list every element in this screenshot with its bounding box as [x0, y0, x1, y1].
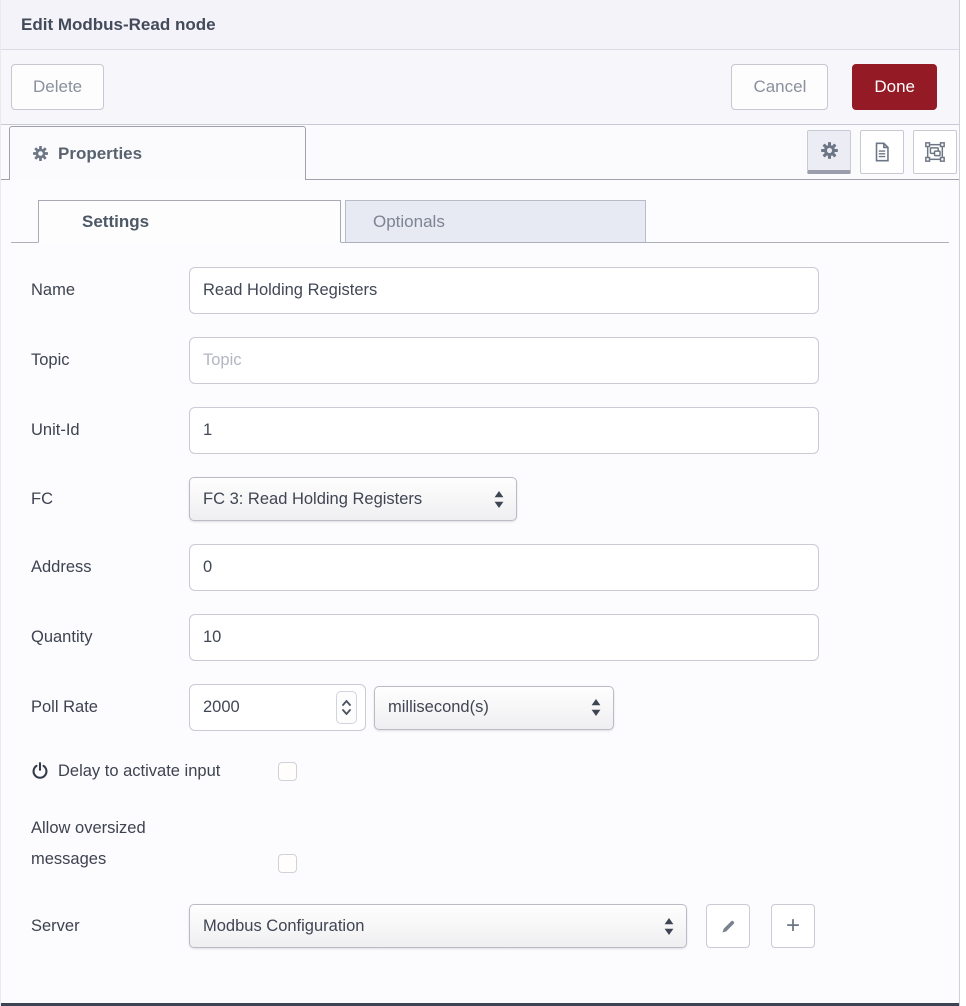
server-row: Server Modbus Configuration + — [31, 904, 959, 948]
unit-id-row: Unit-Id — [31, 407, 959, 454]
poll-rate-field — [189, 684, 366, 731]
dialog-title: Edit Modbus-Read node — [21, 15, 216, 35]
fc-label: FC — [31, 490, 189, 509]
tab-settings-label: Settings — [82, 212, 149, 232]
fc-row: FC FC 3: Read Holding Registers — [31, 477, 959, 521]
select-updown-icon — [664, 918, 674, 935]
quantity-row: Quantity — [31, 614, 959, 661]
select-updown-icon — [494, 491, 504, 508]
unit-id-label: Unit-Id — [31, 421, 189, 440]
editor-tab-buttons — [807, 130, 957, 174]
done-button[interactable]: Done — [852, 64, 937, 110]
dialog-header: Edit Modbus-Read node — [1, 0, 959, 50]
server-label: Server — [31, 917, 189, 936]
poll-rate-unit-select[interactable]: millisecond(s) — [374, 686, 614, 730]
address-row: Address — [31, 544, 959, 591]
address-label: Address — [31, 558, 189, 577]
appearance-icon — [924, 141, 946, 163]
description-tab-button[interactable] — [860, 130, 904, 174]
allow-oversized-label: Allow oversized messages — [31, 813, 278, 874]
gear-icon — [820, 141, 839, 160]
delete-button[interactable]: Delete — [11, 64, 104, 110]
tab-settings[interactable]: Settings — [38, 200, 341, 243]
edit-server-button[interactable] — [706, 904, 750, 948]
topic-label: Topic — [31, 351, 189, 370]
poll-rate-row: Poll Rate millisecond(s) — [31, 684, 959, 731]
dialog-buttonbar: Delete Cancel Done — [1, 50, 959, 125]
pencil-icon — [720, 918, 737, 935]
add-server-button[interactable]: + — [771, 904, 815, 948]
poll-rate-stepper[interactable] — [336, 691, 357, 724]
quantity-input[interactable] — [189, 614, 819, 661]
server-select-value: Modbus Configuration — [203, 917, 364, 936]
delay-checkbox[interactable] — [278, 762, 297, 781]
topic-row: Topic — [31, 337, 959, 384]
fc-select-value: FC 3: Read Holding Registers — [203, 490, 422, 509]
properties-form: Settings Optionals Name Topic Unit-Id FC… — [1, 180, 959, 948]
tab-properties[interactable]: Properties — [9, 126, 306, 180]
name-row: Name — [31, 267, 959, 314]
poll-rate-unit-value: millisecond(s) — [388, 698, 489, 717]
allow-oversized-label-line1: Allow oversized — [31, 813, 278, 844]
tab-optionals[interactable]: Optionals — [345, 200, 646, 242]
fc-select[interactable]: FC 3: Read Holding Registers — [189, 477, 517, 521]
cancel-button[interactable]: Cancel — [731, 64, 828, 110]
delay-label-group: Delay to activate input — [31, 761, 278, 781]
name-label: Name — [31, 281, 189, 300]
allow-oversized-label-line2: messages — [31, 844, 278, 875]
power-icon — [31, 761, 49, 781]
server-select[interactable]: Modbus Configuration — [189, 904, 687, 948]
plus-icon: + — [786, 912, 800, 940]
tab-optionals-label: Optionals — [373, 212, 445, 232]
allow-oversized-checkbox[interactable] — [278, 854, 297, 873]
editor-tabs: Properties — [1, 125, 959, 180]
edit-node-tray: Edit Modbus-Read node Delete Cancel Done — [0, 0, 960, 1006]
document-icon — [871, 141, 893, 163]
name-input[interactable] — [189, 267, 819, 314]
allow-oversized-row: Allow oversized messages — [31, 813, 959, 874]
tab-properties-label: Properties — [58, 144, 142, 164]
properties-gear-button[interactable] — [807, 130, 851, 174]
poll-rate-label: Poll Rate — [31, 698, 189, 717]
unit-id-input[interactable] — [189, 407, 819, 454]
settings-subtabs: Settings Optionals — [11, 200, 949, 243]
select-updown-icon — [591, 699, 601, 716]
topic-input[interactable] — [189, 337, 819, 384]
quantity-label: Quantity — [31, 628, 189, 647]
delay-row: Delay to activate input — [31, 761, 959, 781]
appearance-tab-button[interactable] — [913, 130, 957, 174]
gear-icon — [32, 145, 49, 162]
delay-label: Delay to activate input — [58, 762, 220, 781]
address-input[interactable] — [189, 544, 819, 591]
